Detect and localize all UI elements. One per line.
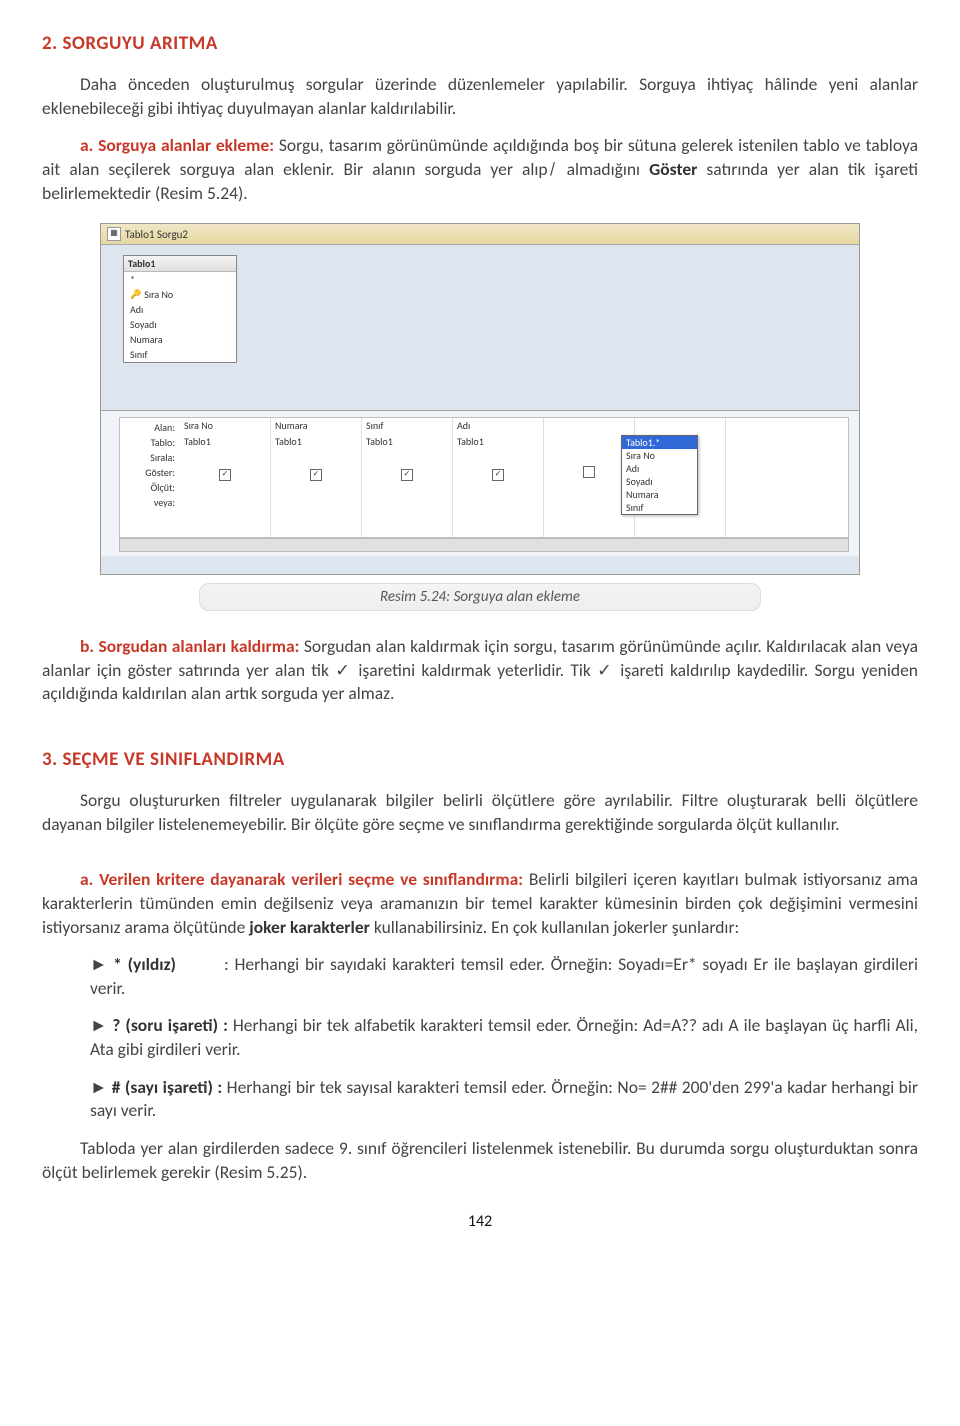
section-heading-1: 2. SORGUYU ARITMA bbox=[42, 32, 918, 55]
bullet-text: : Herhangi bir sayıdaki karakteri temsil… bbox=[90, 953, 918, 999]
cell-tablo: Tablo1 bbox=[271, 434, 361, 450]
bullet-marker: ► bbox=[90, 1076, 112, 1098]
tablebox-row: Sınıf bbox=[124, 347, 236, 362]
cell-alan: Adı bbox=[453, 418, 543, 434]
query-designer-screenshot: ▦ Tablo1 Sorgu2 Tablo1 * 🔑Sıra No Adı So… bbox=[100, 223, 860, 575]
upper-pane: Tablo1 * 🔑Sıra No Adı Soyadı Numara Sını… bbox=[101, 245, 859, 411]
row-label: Alan: bbox=[120, 420, 175, 435]
section-heading-2: 3. SEÇME VE SINIFLANDIRMA bbox=[42, 748, 918, 771]
bullet-keyword: * (yıldız) bbox=[113, 953, 176, 975]
paragraph: b. Sorgudan alanları kaldırma: Sorgudan … bbox=[42, 635, 918, 706]
cell-alan: Numara bbox=[271, 418, 361, 434]
row-label: Tablo: bbox=[120, 435, 175, 450]
cell-goster: ✓ bbox=[271, 466, 361, 481]
cell-sirala bbox=[362, 450, 452, 466]
field-name: Sıra No bbox=[144, 288, 173, 301]
tablebox-row: Numara bbox=[124, 332, 236, 347]
bullet-keyword: ? (soru işareti) : bbox=[112, 1014, 228, 1036]
cell-goster: ✓ bbox=[453, 466, 543, 481]
dropdown-item: Numara bbox=[622, 488, 697, 501]
dropdown-item: Tablo1.* bbox=[622, 436, 697, 449]
grid-row-labels: Alan: Tablo: Sırala: Göster: Ölçüt: veya… bbox=[120, 418, 179, 510]
cell-sirala bbox=[180, 450, 270, 466]
row-label: Ölçüt: bbox=[120, 480, 175, 495]
sub-label: b. Sorgudan alanları kaldırma: bbox=[80, 635, 299, 657]
bold-text: joker karakterler bbox=[249, 916, 370, 938]
page-number: 142 bbox=[42, 1212, 918, 1231]
figure-caption: Resim 5.24: Sorguya alan ekleme bbox=[199, 583, 761, 611]
grid-column: Sınıf Tablo1 ✓ bbox=[362, 418, 453, 537]
dropdown-item: Adı bbox=[622, 462, 697, 475]
lower-pane: Alan: Tablo: Sırala: Göster: Ölçüt: veya… bbox=[101, 411, 859, 556]
text: kullanabilirsiniz. En çok kullanılan jok… bbox=[370, 916, 739, 938]
cell-alan bbox=[544, 418, 634, 434]
tab-bar: ▦ Tablo1 Sorgu2 bbox=[101, 224, 859, 245]
tablebox-title: Tablo1 bbox=[124, 256, 236, 272]
checkbox-icon bbox=[583, 466, 595, 478]
tablebox-row: Adı bbox=[124, 302, 236, 317]
dropdown-item: Sıra No bbox=[622, 449, 697, 462]
checkbox-icon: ✓ bbox=[219, 469, 231, 481]
checkbox-icon: ✓ bbox=[310, 469, 322, 481]
tablebox-row: Soyadı bbox=[124, 317, 236, 332]
tablebox-row: 🔑Sıra No bbox=[124, 287, 236, 302]
cell-tablo: Tablo1 bbox=[362, 434, 452, 450]
field-dropdown: Tablo1.* Sıra No Adı Soyadı Numara Sınıf bbox=[621, 435, 698, 515]
cell-tablo: Tablo1 bbox=[453, 434, 543, 450]
cell-alan: Sıra No bbox=[180, 418, 270, 434]
grid-column: Adı Tablo1 ✓ bbox=[453, 418, 544, 537]
grid-column: Numara Tablo1 ✓ bbox=[271, 418, 362, 537]
cell-tablo: Tablo1 bbox=[180, 434, 270, 450]
cell-alan bbox=[635, 418, 725, 434]
paragraph: Daha önceden oluşturulmuş sorgular üzeri… bbox=[42, 73, 918, 120]
paragraph: a. Sorguya alanlar ekleme: Sorgu, tasarı… bbox=[42, 134, 918, 205]
grid-column: Sıra No Tablo1 ✓ bbox=[180, 418, 271, 537]
bold-text: Göster bbox=[649, 158, 697, 180]
query-grid: Alan: Tablo: Sırala: Göster: Ölçüt: veya… bbox=[119, 417, 849, 538]
bullet-item: ► ? (soru işareti) : Herhangi bir tek al… bbox=[90, 1014, 918, 1061]
tab-label: Tablo1 Sorgu2 bbox=[125, 228, 188, 241]
horizontal-scrollbar bbox=[119, 538, 849, 552]
key-icon: 🔑 bbox=[130, 289, 141, 300]
table-box: Tablo1 * 🔑Sıra No Adı Soyadı Numara Sını… bbox=[123, 255, 237, 363]
sub-label: a. Verilen kritere dayanarak verileri se… bbox=[80, 868, 523, 890]
bullet-item: ► * (yıldız): Herhangi bir sayıdaki kara… bbox=[90, 953, 918, 1000]
bullet-marker: ► bbox=[90, 1014, 112, 1036]
paragraph: Sorgu oluştururken filtreler uygulanarak… bbox=[42, 789, 918, 836]
dropdown-item: Sınıf bbox=[622, 501, 697, 514]
figure: ▦ Tablo1 Sorgu2 Tablo1 * 🔑Sıra No Adı So… bbox=[100, 223, 860, 575]
cell-sirala bbox=[453, 450, 543, 466]
bullet-keyword: # (sayı işareti) : bbox=[112, 1076, 223, 1098]
row-label: veya: bbox=[120, 495, 175, 510]
tablebox-row: * bbox=[124, 272, 236, 287]
cell-goster: ✓ bbox=[180, 466, 270, 481]
cell-goster: ✓ bbox=[362, 466, 452, 481]
bullet-marker: ► bbox=[90, 953, 113, 975]
paragraph: a. Verilen kritere dayanarak verileri se… bbox=[42, 868, 918, 939]
bullet-list: ► * (yıldız): Herhangi bir sayıdaki kara… bbox=[90, 953, 918, 1123]
row-label: Göster: bbox=[120, 465, 175, 480]
sub-label: a. Sorguya alanlar ekleme: bbox=[80, 134, 274, 156]
grid-columns: Sıra No Tablo1 ✓ Numara Tablo1 ✓ Sınıf T… bbox=[180, 418, 848, 537]
cell-sirala bbox=[271, 450, 361, 466]
cell-alan: Sınıf bbox=[362, 418, 452, 434]
tab-icon: ▦ bbox=[107, 227, 121, 241]
row-label: Sırala: bbox=[120, 450, 175, 465]
paragraph: Tabloda yer alan girdilerden sadece 9. s… bbox=[42, 1137, 918, 1184]
checkbox-icon: ✓ bbox=[401, 469, 413, 481]
checkbox-icon: ✓ bbox=[492, 469, 504, 481]
dropdown-item: Soyadı bbox=[622, 475, 697, 488]
bullet-item: ► # (sayı işareti) : Herhangi bir tek sa… bbox=[90, 1076, 918, 1123]
